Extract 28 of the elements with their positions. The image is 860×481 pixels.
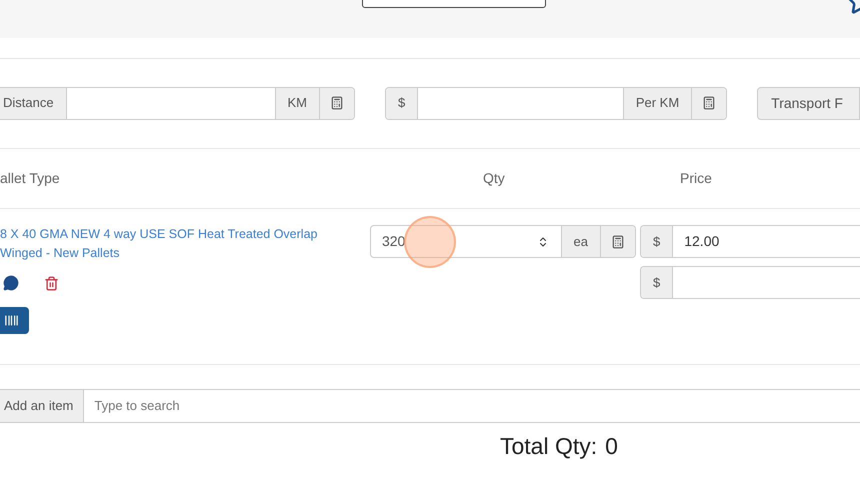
comments-icon[interactable]	[3, 275, 19, 291]
delete-icon[interactable]	[44, 276, 59, 290]
qty-unit: ea	[560, 226, 600, 257]
product-link[interactable]: 8 X 40 GMA NEW 4 way USE SOF Heat Treated Overlap Winged - New Pallets	[0, 225, 360, 263]
calculator-icon	[330, 96, 344, 110]
search-field[interactable]: Type to search	[84, 389, 860, 423]
calculator-button[interactable]	[691, 88, 726, 118]
barcode-button[interactable]	[0, 307, 29, 334]
calculator-icon	[610, 234, 625, 248]
distance-unit: KM	[274, 88, 319, 118]
currency-label: $	[641, 226, 674, 257]
rate-unit: Per KM	[622, 88, 692, 118]
price-field[interactable]: 12.00	[673, 226, 860, 257]
calculator-icon	[702, 96, 716, 110]
column-header: Price	[680, 169, 712, 188]
add-item-label: Add an item	[0, 389, 84, 423]
currency-label: $	[641, 267, 674, 298]
calculator-button[interactable]	[600, 226, 635, 257]
calculator-button[interactable]	[319, 88, 354, 118]
distance-label: Distance	[0, 88, 67, 118]
total-qty-value: 0	[605, 432, 618, 461]
click-marker	[404, 216, 456, 268]
total-qty-label: Total Qty:	[500, 432, 598, 461]
column-header: Qty	[483, 169, 506, 188]
currency-label: $	[386, 88, 418, 118]
column-header: allet Type	[0, 169, 61, 188]
transport-fee-label: Transport F	[757, 86, 860, 120]
barcode-icon	[4, 313, 19, 328]
